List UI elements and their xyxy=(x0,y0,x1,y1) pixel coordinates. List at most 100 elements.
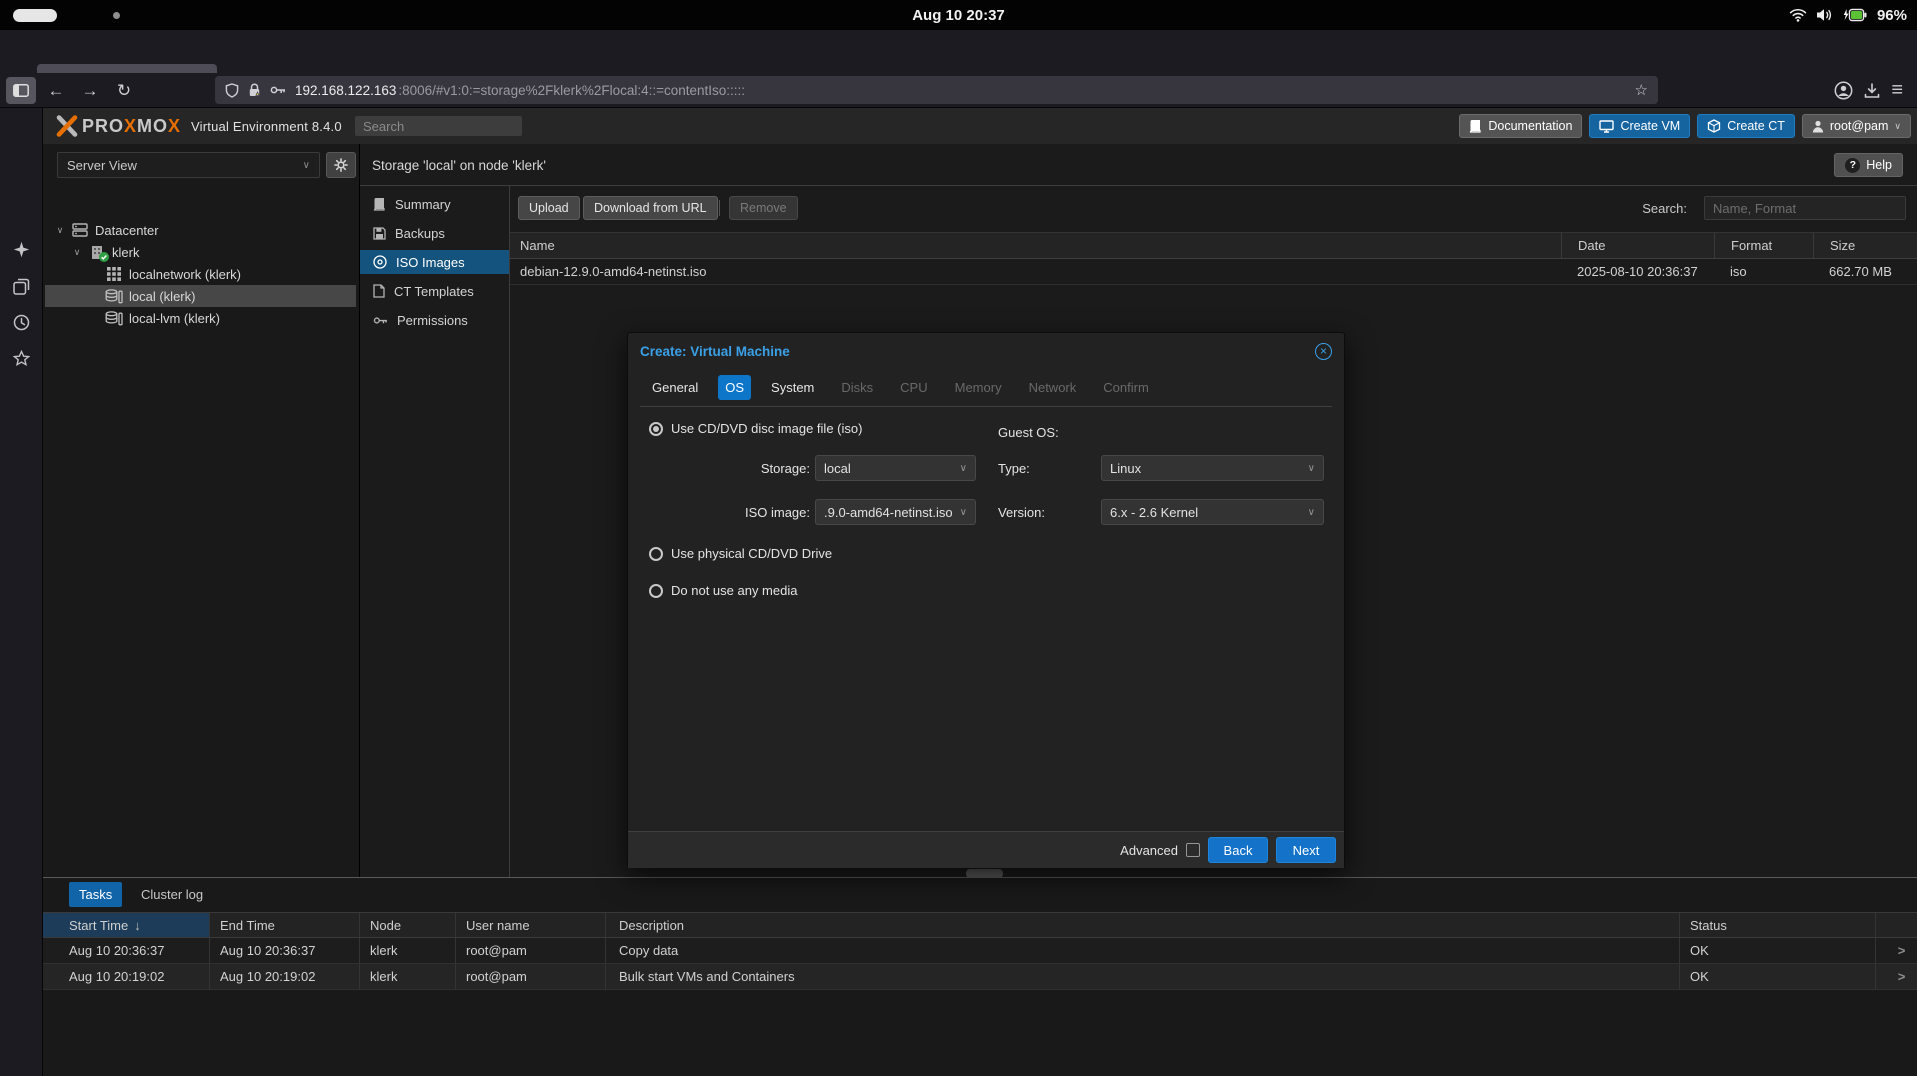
user-menu-button[interactable]: root@pam ∨ xyxy=(1802,114,1911,138)
tree-item-storage-local[interactable]: local (klerk) xyxy=(45,285,356,307)
chevron-down-icon: ∨ xyxy=(1894,121,1901,132)
bookmark-star-icon[interactable]: ☆ xyxy=(1635,81,1648,99)
history-clock-icon[interactable] xyxy=(10,311,33,334)
column-description: Description xyxy=(605,913,1679,937)
menu-item-summary[interactable]: Summary xyxy=(360,192,509,216)
system-tray[interactable]: 96% xyxy=(1789,0,1907,30)
tab-tasks[interactable]: Tasks xyxy=(69,882,122,907)
tab-cluster-log[interactable]: Cluster log xyxy=(131,882,213,907)
tab-general[interactable]: General xyxy=(645,375,705,400)
advanced-checkbox[interactable] xyxy=(1186,843,1200,857)
system-clock[interactable]: Aug 10 20:37 xyxy=(0,0,1917,30)
tab-confirm[interactable]: Confirm xyxy=(1096,375,1156,400)
shield-icon[interactable] xyxy=(225,83,239,98)
storage-select[interactable]: local ∨ xyxy=(815,455,976,481)
iso-search-input[interactable] xyxy=(1704,196,1906,220)
proxmox-logo: PROXMOX Virtual Environment 8.4.0 xyxy=(55,112,342,140)
iso-format: iso xyxy=(1714,259,1813,284)
tree-item-storage-local-lvm[interactable]: local-lvm (klerk) xyxy=(45,307,356,329)
menu-item-permissions[interactable]: Permissions xyxy=(360,308,509,332)
column-end-time: End Time xyxy=(209,913,359,937)
pve-global-search-input[interactable] xyxy=(355,116,522,136)
tab-system[interactable]: System xyxy=(764,375,821,400)
row-chevron-icon: > xyxy=(1875,964,1917,989)
sidebar-toggle-button[interactable] xyxy=(6,77,36,104)
save-to-library-icon[interactable] xyxy=(1863,82,1881,100)
menu-hamburger-icon[interactable]: ≡ xyxy=(1891,79,1903,102)
browser-tab-bar: klerk - Proxmox Virtual En × + ∨ × xyxy=(0,30,1917,73)
menu-item-iso-images[interactable]: ISO Images xyxy=(360,250,509,274)
forward-button[interactable]: → xyxy=(76,77,104,104)
iso-date: 2025-08-10 20:36:37 xyxy=(1561,259,1714,284)
task-row[interactable]: Aug 10 20:36:37 Aug 10 20:36:37 klerk ro… xyxy=(43,938,1917,964)
splitter-handle[interactable] xyxy=(966,869,1003,878)
url-bar[interactable]: 192.168.122.163 :8006/#v1:0:=storage%2Fk… xyxy=(215,76,1658,104)
dialog-footer: Advanced Back Next xyxy=(628,831,1344,868)
documentation-button[interactable]: Documentation xyxy=(1459,114,1582,138)
column-status: Status xyxy=(1679,913,1875,937)
tree-item-localnetwork[interactable]: localnetwork (klerk) xyxy=(45,263,356,285)
lock-icon[interactable] xyxy=(248,83,261,98)
screen: Aug 10 20:37 96% klerk - Proxmox Virtual… xyxy=(0,0,1917,1076)
option-physical-drive[interactable]: Use physical CD/DVD Drive xyxy=(649,546,832,561)
chevron-down-icon: ∨ xyxy=(303,160,310,171)
tab-os[interactable]: OS xyxy=(718,375,751,400)
iso-size: 662.70 MB xyxy=(1813,259,1917,284)
column-header-format: Format xyxy=(1714,233,1813,258)
iso-table-header[interactable]: Name Date Format Size xyxy=(510,232,1917,259)
view-selector-dropdown[interactable]: Server View ∨ xyxy=(57,152,320,178)
iso-image-select[interactable]: .9.0-amd64-netinst.iso ∨ xyxy=(815,499,976,525)
battery-icon xyxy=(1842,8,1868,22)
system-top-bar: Aug 10 20:37 96% xyxy=(0,0,1917,30)
option-no-media[interactable]: Do not use any media xyxy=(649,583,797,598)
column-header-size: Size xyxy=(1813,233,1917,258)
advanced-label: Advanced xyxy=(1120,843,1178,858)
tasks-panel: Tasks Cluster log Start Time↓ End Time N… xyxy=(43,877,1917,1076)
remove-button[interactable]: Remove xyxy=(729,196,798,220)
dialog-header[interactable]: Create: Virtual Machine × xyxy=(628,333,1344,369)
volume-icon xyxy=(1816,8,1833,22)
tab-stack-icon[interactable] xyxy=(10,275,33,298)
tab-cpu[interactable]: CPU xyxy=(893,375,934,400)
next-button[interactable]: Next xyxy=(1276,837,1336,863)
upload-button[interactable]: Upload xyxy=(518,196,580,220)
create-vm-button[interactable]: Create VM xyxy=(1589,114,1690,138)
back-button[interactable]: ← xyxy=(42,77,70,104)
back-button[interactable]: Back xyxy=(1208,837,1268,863)
task-row[interactable]: Aug 10 20:19:02 Aug 10 20:19:02 klerk ro… xyxy=(43,964,1917,990)
key-permission-icon[interactable] xyxy=(270,84,286,96)
option-use-iso[interactable]: Use CD/DVD disc image file (iso) xyxy=(649,421,862,436)
dialog-close-icon[interactable]: × xyxy=(1315,343,1332,360)
search-label: Search: xyxy=(1642,196,1687,220)
question-icon: ? xyxy=(1845,158,1860,173)
bookmarks-star-icon[interactable] xyxy=(10,347,33,370)
url-host: 192.168.122.163 xyxy=(295,83,396,98)
tree-item-node-klerk[interactable]: ∨ klerk xyxy=(45,241,356,263)
storage-icon xyxy=(105,310,123,326)
battery-percent: 96% xyxy=(1877,7,1907,24)
column-header-name: Name xyxy=(510,233,1561,258)
browser-side-strip xyxy=(0,108,43,1076)
menu-item-backups[interactable]: Backups xyxy=(360,221,509,245)
tree-config-gear-button[interactable] xyxy=(326,152,356,178)
tasks-table-header[interactable]: Start Time↓ End Time Node User name Desc… xyxy=(43,912,1917,938)
tab-memory[interactable]: Memory xyxy=(948,375,1009,400)
type-label: Type: xyxy=(998,461,1030,476)
iso-table-row[interactable]: debian-12.9.0-amd64-netinst.iso 2025-08-… xyxy=(510,259,1917,285)
tab-network[interactable]: Network xyxy=(1022,375,1084,400)
ai-sparkle-icon[interactable] xyxy=(10,238,33,261)
type-select[interactable]: Linux ∨ xyxy=(1101,455,1324,481)
guest-os-label: Guest OS: xyxy=(998,425,1059,440)
template-file-icon xyxy=(373,284,385,298)
tab-disks[interactable]: Disks xyxy=(834,375,880,400)
tree-item-datacenter[interactable]: ∨ Datacenter xyxy=(45,219,356,241)
iso-name: debian-12.9.0-amd64-netinst.iso xyxy=(510,259,1561,284)
version-select[interactable]: 6.x - 2.6 Kernel ∨ xyxy=(1101,499,1324,525)
reload-button[interactable]: ↻ xyxy=(110,77,138,104)
account-icon[interactable] xyxy=(1834,81,1853,100)
create-ct-button[interactable]: Create CT xyxy=(1697,114,1795,138)
sort-descending-icon: ↓ xyxy=(134,918,141,933)
help-button[interactable]: ? Help xyxy=(1834,153,1903,177)
menu-item-ct-templates[interactable]: CT Templates xyxy=(360,279,509,303)
download-from-url-button[interactable]: Download from URL xyxy=(583,196,718,220)
